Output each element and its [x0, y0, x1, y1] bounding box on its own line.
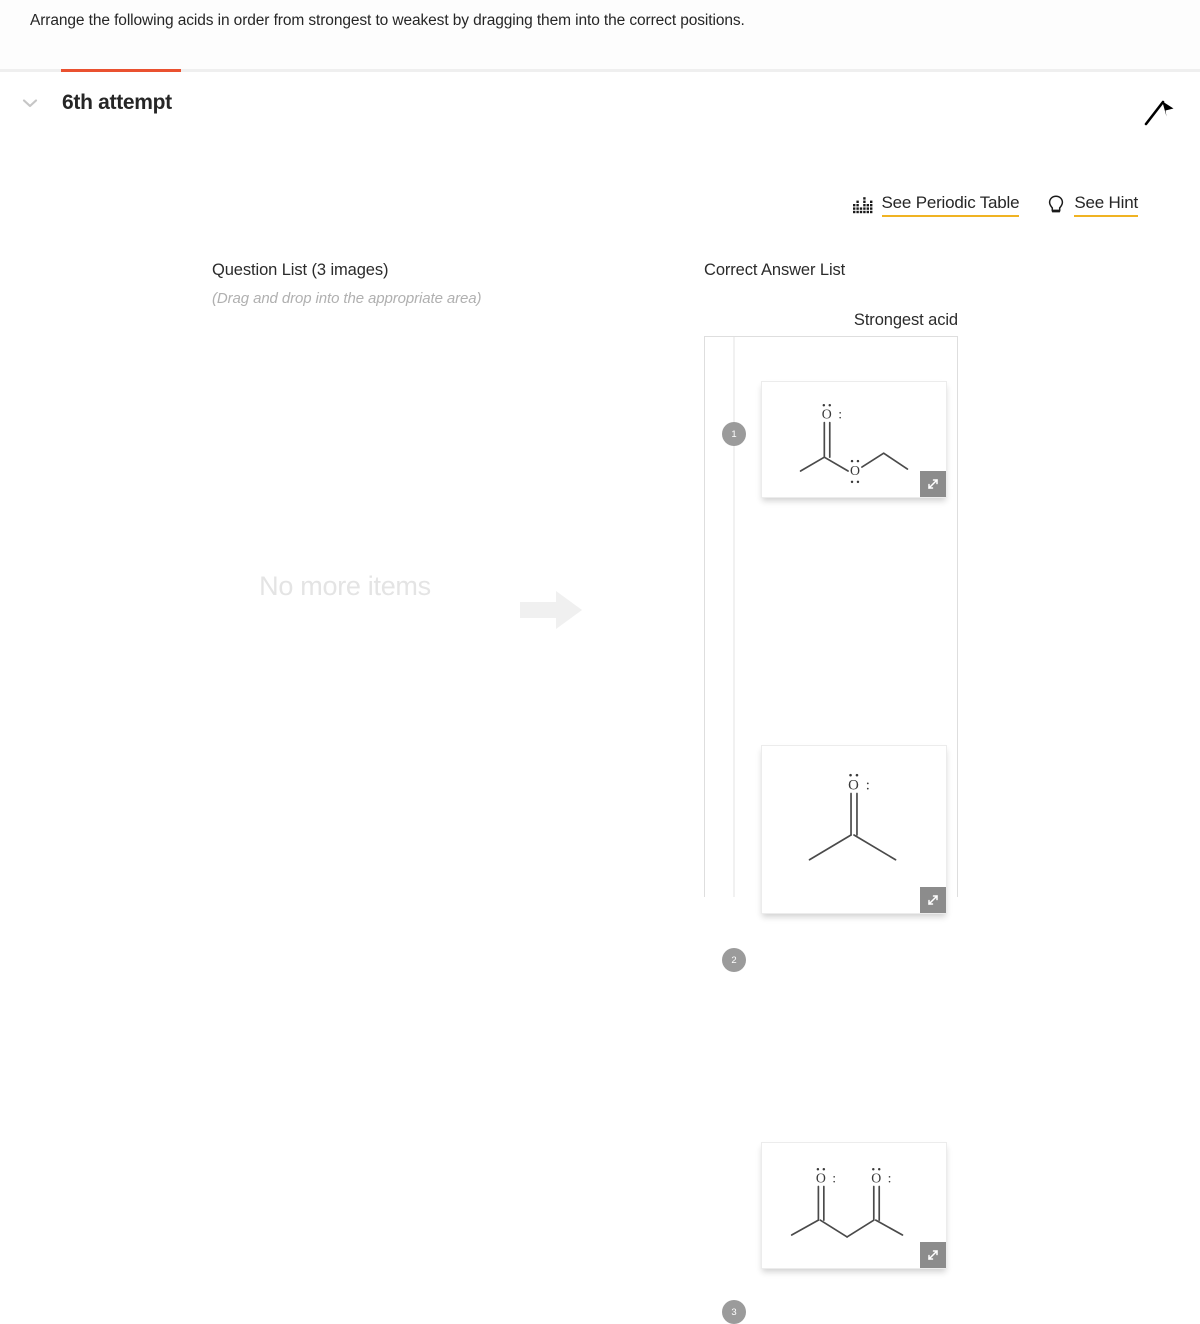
question-list-subheading: (Drag and drop into the appropriate area… — [212, 290, 632, 307]
see-hint-label: See Hint — [1074, 193, 1138, 217]
answer-list-heading: Correct Answer List — [704, 261, 964, 280]
question-list-dropzone[interactable]: No more items — [212, 330, 632, 890]
svg-text::: : — [832, 1171, 836, 1186]
tool-links: See Periodic Table See Hint — [853, 193, 1138, 217]
see-periodic-table-label: See Periodic Table — [882, 193, 1020, 217]
arrow-right-icon — [520, 585, 586, 640]
answer-slot[interactable]: 3 O : O : — [705, 727, 959, 898]
slot-number-badge[interactable]: 3 — [722, 1300, 746, 1324]
slot-number-badge[interactable]: 2 — [722, 948, 746, 972]
prompt-bar: Arrange the following acids in order fro… — [0, 0, 1200, 70]
question-list-heading: Question List (3 images) — [212, 261, 632, 280]
molecule-card[interactable]: O : O : — [761, 1142, 947, 1269]
lightbulb-icon — [1047, 194, 1065, 216]
svg-text:O: O — [816, 1171, 826, 1186]
attempt-header: 6th attempt — [0, 72, 1200, 142]
svg-text:O: O — [850, 463, 860, 478]
slot-number-badge[interactable]: 1 — [722, 422, 746, 446]
strongest-acid-label: Strongest acid — [704, 311, 958, 330]
answer-slot[interactable]: 2 O : — [705, 542, 959, 727]
expand-icon[interactable] — [920, 1242, 946, 1268]
svg-text::: : — [888, 1171, 892, 1186]
chevron-down-icon[interactable] — [19, 92, 41, 114]
periodic-table-icon — [853, 196, 873, 214]
ethyl-acetate-structure: O : O — [762, 382, 946, 498]
svg-text:O: O — [822, 407, 832, 422]
acetylacetone-structure: O : O : — [762, 1143, 946, 1269]
svg-text:O: O — [871, 1171, 881, 1186]
answer-list-column: Correct Answer List — [704, 261, 964, 280]
flag-icon[interactable] — [1138, 90, 1180, 132]
attempt-title: 6th attempt — [62, 91, 172, 115]
no-more-items-message: No more items — [250, 565, 440, 607]
molecule-card[interactable]: O : O — [761, 381, 947, 498]
answer-slot[interactable]: 1 O : O — [705, 337, 959, 542]
svg-text::: : — [838, 407, 842, 422]
answer-list-dropzone[interactable]: 1 O : O — [704, 336, 958, 897]
expand-icon[interactable] — [920, 471, 946, 497]
see-periodic-table-link[interactable]: See Periodic Table — [853, 193, 1020, 217]
see-hint-link[interactable]: See Hint — [1047, 193, 1138, 217]
question-list-column: Question List (3 images) (Drag and drop … — [212, 261, 632, 307]
question-prompt: Arrange the following acids in order fro… — [30, 10, 1200, 32]
